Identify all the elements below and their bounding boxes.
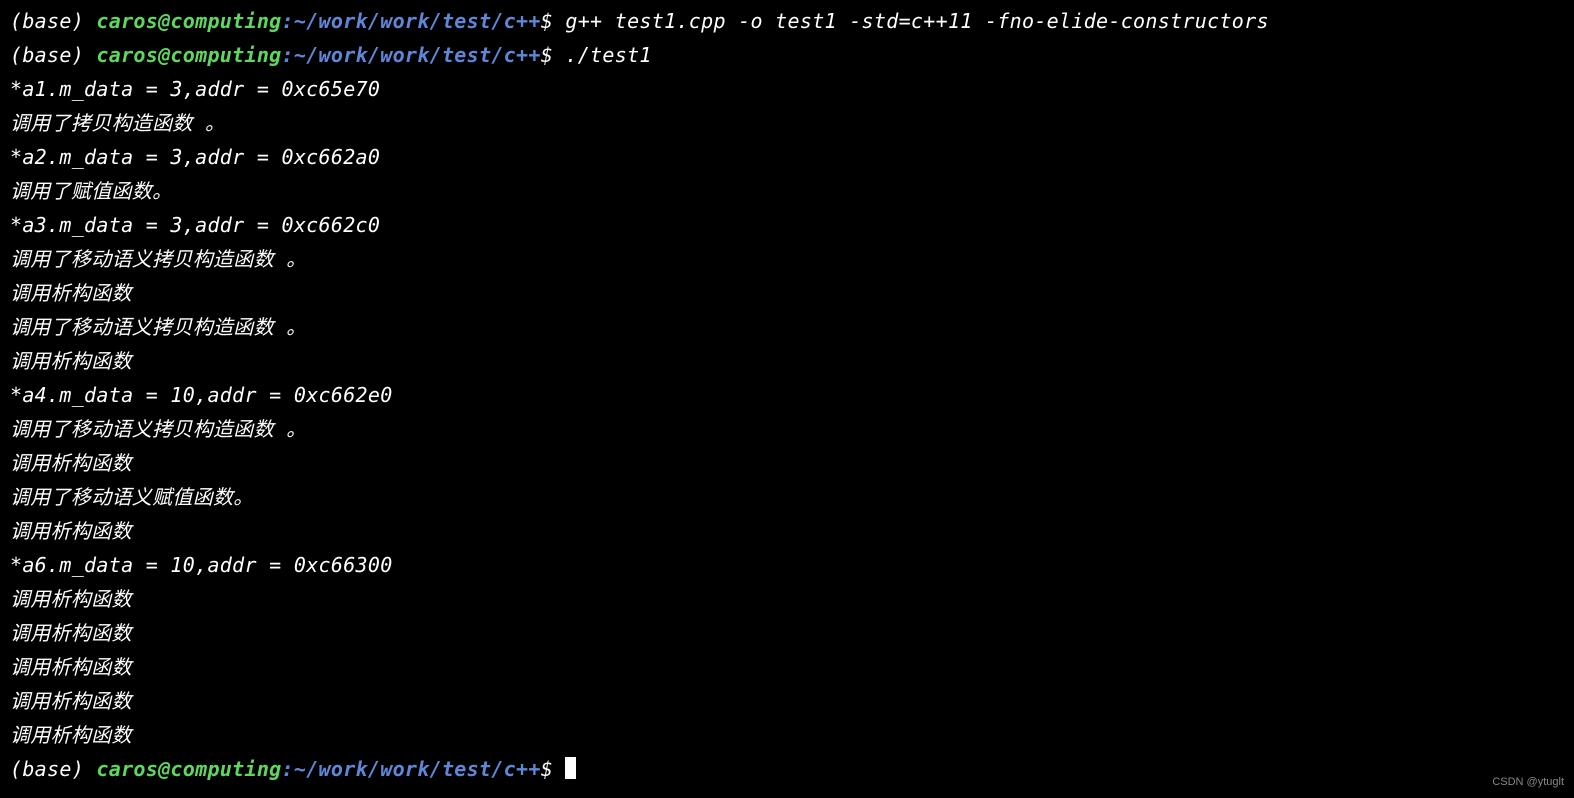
cursor-icon <box>565 757 576 779</box>
output-line: 调用析构函数 <box>10 514 1564 548</box>
output-line: 调用析构函数 <box>10 344 1564 378</box>
output-line: *a3.m_data = 3,addr = 0xc662c0 <box>10 208 1564 242</box>
output-line: *a1.m_data = 3,addr = 0xc65e70 <box>10 72 1564 106</box>
output-line: 调用了移动语义拷贝构造函数 。 <box>10 412 1564 446</box>
prompt-dollar: $ <box>541 43 553 67</box>
prompt-line-run[interactable]: (base) caros@computing:~/work/work/test/… <box>10 38 1564 72</box>
prompt-user: caros@computing <box>96 9 281 33</box>
prompt-user: caros@computing <box>96 43 281 67</box>
output-line: 调用析构函数 <box>10 276 1564 310</box>
output-line: 调用了移动语义拷贝构造函数 。 <box>10 242 1564 276</box>
output-line: 调用析构函数 <box>10 650 1564 684</box>
prompt-path: :~/work/work/test/c++ <box>282 43 541 67</box>
output-line: 调用析构函数 <box>10 718 1564 752</box>
prompt-path: :~/work/work/test/c++ <box>282 9 541 33</box>
run-command: ./test1 <box>553 43 652 67</box>
prompt-dollar: $ <box>541 757 553 781</box>
prompt-env: (base) <box>10 43 96 67</box>
output-line: 调用了移动语义拷贝构造函数 。 <box>10 310 1564 344</box>
output-line: 调用析构函数 <box>10 446 1564 480</box>
output-line: 调用了赋值函数。 <box>10 174 1564 208</box>
output-line: *a6.m_data = 10,addr = 0xc66300 <box>10 548 1564 582</box>
output-line: 调用了拷贝构造函数 。 <box>10 106 1564 140</box>
watermark: CSDN @ytuglt <box>1492 773 1564 792</box>
output-line: 调用了移动语义赋值函数。 <box>10 480 1564 514</box>
output-line: 调用析构函数 <box>10 616 1564 650</box>
prompt-env: (base) <box>10 757 96 781</box>
output-line: *a4.m_data = 10,addr = 0xc662e0 <box>10 378 1564 412</box>
prompt-env: (base) <box>10 9 96 33</box>
output-line: 调用析构函数 <box>10 582 1564 616</box>
prompt-dollar: $ <box>541 9 553 33</box>
prompt-line-compile[interactable]: (base) caros@computing:~/work/work/test/… <box>10 4 1564 38</box>
prompt-line-active[interactable]: (base) caros@computing:~/work/work/test/… <box>10 752 1564 786</box>
output-line: *a2.m_data = 3,addr = 0xc662a0 <box>10 140 1564 174</box>
compile-command: g++ test1.cpp -o test1 -std=c++11 -fno-e… <box>553 9 1269 33</box>
output-line: 调用析构函数 <box>10 684 1564 718</box>
prompt-user: caros@computing <box>96 757 281 781</box>
prompt-path: :~/work/work/test/c++ <box>282 757 541 781</box>
